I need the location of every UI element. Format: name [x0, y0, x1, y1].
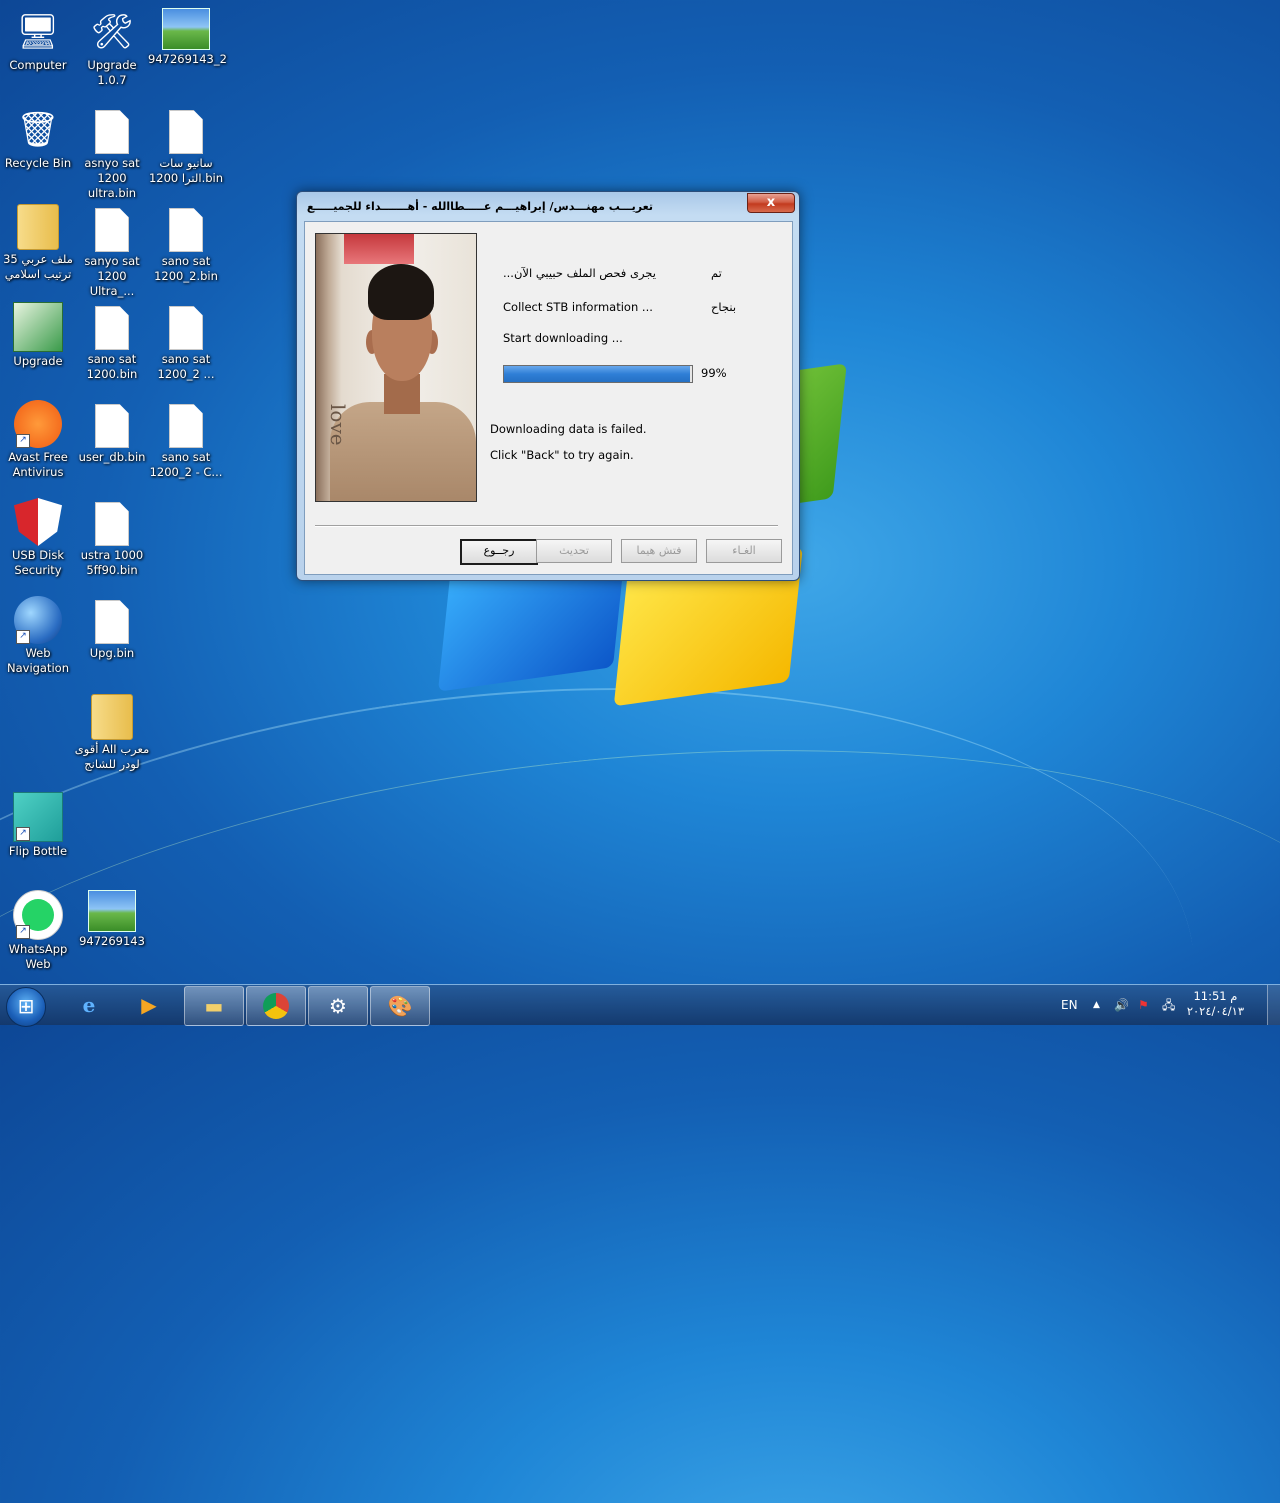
upgrade-dialog: تعريـــب مهنـــدس/ إبراهيـــم عـــــطاال… — [296, 191, 800, 581]
internet-explorer-icon: e — [82, 993, 96, 1017]
desktop-icon[interactable]: 🛠 Upgrade 1.0.7 — [74, 8, 150, 88]
desktop-icon[interactable]: sano sat 1200_2 - C... — [148, 400, 224, 480]
desktop-icon[interactable]: user_db.bin — [74, 400, 150, 465]
taskbar-app[interactable]: ▶ — [120, 986, 178, 1024]
desktop-icon[interactable]: 🖥 Computer — [0, 8, 76, 73]
desktop-icon[interactable]: sano sat 1200_2 ... — [148, 302, 224, 382]
file-icon — [169, 208, 203, 252]
dialog-content: love يجرى فحص الملف حبيبي الآن... تم Col… — [304, 221, 793, 575]
progress-fill — [504, 366, 691, 382]
paint-icon: 🎨 — [387, 994, 413, 1018]
taskbar-app[interactable] — [246, 986, 306, 1026]
back-button[interactable]: رجــوع — [460, 539, 538, 565]
dialog-titlebar[interactable]: تعريـــب مهنـــدس/ إبراهيـــم عـــــطاال… — [297, 192, 799, 218]
start-button[interactable]: ⊞ — [6, 987, 46, 1027]
chrome-icon — [263, 993, 289, 1019]
desktop-icon[interactable]: ↗ Web Navigation — [0, 596, 76, 676]
desktop-icon[interactable]: Upgrade — [0, 302, 76, 369]
file-icon — [95, 502, 129, 546]
desktop-icon[interactable]: 🗑 Recycle Bin — [0, 106, 76, 171]
desktop-icon[interactable]: Upg.bin — [74, 596, 150, 661]
shield-icon — [14, 498, 62, 546]
clock-date: ٢٠٢٤/٠٤/١٣ — [1186, 1004, 1244, 1018]
recycle-bin-icon: 🗑 — [16, 110, 60, 150]
taskbar: ⊞ e ▶ ▬ ⚙ 🎨 EN ▲ 🔊 ⚑ 🖧 11:51 م ٢٠٢٤/٠٤/١… — [0, 984, 1280, 1027]
shortcut-arrow-icon: ↗ — [16, 630, 30, 644]
taskbar-app[interactable]: e — [60, 986, 118, 1024]
cancel-button[interactable]: الغـاء — [706, 539, 782, 563]
retry-hint: Click "Back" to try again. — [490, 448, 634, 462]
volume-icon[interactable]: 🔊 — [1114, 985, 1129, 1025]
desktop-icon[interactable]: sano sat 1200_2.bin — [148, 204, 224, 284]
file-icon — [95, 600, 129, 644]
file-icon — [169, 404, 203, 448]
desktop-icon[interactable]: sano sat 1200.bin — [74, 302, 150, 382]
status-result: تم — [711, 266, 722, 280]
desktop-icon[interactable]: ↗ Flip Bottle — [0, 792, 76, 859]
avast-icon: ↗ — [14, 400, 62, 448]
download-progress-bar — [503, 365, 693, 383]
desktop-icon[interactable]: USB Disk Security — [0, 498, 76, 578]
close-icon: x — [766, 195, 776, 210]
desktop-icon[interactable]: أقوى AII معرب لودر للشانج — [74, 694, 150, 772]
ali-upgrade-icon — [13, 302, 63, 352]
language-indicator[interactable]: EN — [1061, 985, 1078, 1025]
desktop-icon[interactable]: ↗ Avast Free Antivirus — [0, 400, 76, 480]
show-desktop-button[interactable] — [1267, 985, 1280, 1025]
desktop-icon[interactable]: ustra 1000 5ff90.bin — [74, 498, 150, 578]
folder-icon — [91, 694, 133, 740]
clock-time: 11:51 م — [1193, 989, 1238, 1003]
forward-button[interactable]: فتش هيما — [621, 539, 697, 563]
taskbar-app[interactable]: ▬ — [184, 986, 244, 1026]
flip-bottle-icon: ↗ — [13, 792, 63, 842]
tools-icon: 🛠 — [90, 12, 134, 52]
button-separator — [315, 525, 778, 527]
desktop-icon[interactable]: asnyo sat 1200 ultra.bin — [74, 106, 150, 201]
status-line: Collect STB information ... — [503, 300, 653, 314]
image-file-icon — [162, 8, 210, 50]
update-button[interactable]: تحديث — [536, 539, 612, 563]
wallpaper-swoosh — [0, 678, 1280, 1443]
folder-icon — [17, 204, 59, 250]
desktop-icon[interactable]: ↗ WhatsApp Web — [0, 890, 76, 972]
file-icon — [95, 404, 129, 448]
desktop-icon[interactable]: sanyo sat 1200 Ultra_... — [74, 204, 150, 299]
taskbar-app[interactable]: ⚙ — [308, 986, 368, 1026]
file-icon — [95, 306, 129, 350]
desktop-icon[interactable]: سانيو سات الترا 1200.bin — [148, 106, 224, 186]
computer-icon: 🖥 — [16, 12, 60, 52]
upgrade-tool-icon: ⚙ — [329, 994, 347, 1018]
desktop-icon[interactable]: 947269143_2 — [148, 8, 227, 67]
action-center-icon[interactable]: ⚑ — [1138, 985, 1149, 1025]
file-icon — [169, 306, 203, 350]
system-clock[interactable]: 11:51 م ٢٠٢٤/٠٤/١٣ — [1187, 989, 1244, 1019]
file-explorer-icon: ▬ — [204, 994, 224, 1018]
desktop-icon[interactable]: 35 ملف عربي ترتيب اسلامي — [0, 204, 76, 282]
shortcut-arrow-icon: ↗ — [16, 434, 30, 448]
shortcut-arrow-icon: ↗ — [16, 827, 30, 841]
desktop-icon[interactable]: 947269143 — [74, 890, 150, 949]
status-result: بنجاح — [711, 300, 737, 314]
file-icon — [169, 110, 203, 154]
media-player-icon: ▶ — [141, 993, 157, 1017]
show-hidden-icons-icon[interactable]: ▲ — [1093, 985, 1100, 1025]
network-icon[interactable]: 🖧 — [1162, 985, 1175, 1025]
error-message: Downloading data is failed. — [490, 422, 647, 436]
globe-icon: ↗ — [14, 596, 62, 644]
profile-photo: love — [315, 233, 477, 502]
status-line: يجرى فحص الملف حبيبي الآن... — [503, 266, 656, 280]
windows-start-icon: ⊞ — [17, 994, 35, 1018]
file-icon — [95, 208, 129, 252]
whatsapp-icon: ↗ — [13, 890, 63, 940]
photo-caption: love — [326, 404, 350, 446]
close-button[interactable]: x — [747, 193, 795, 213]
shortcut-arrow-icon: ↗ — [16, 925, 30, 939]
status-line: Start downloading ... — [503, 331, 623, 345]
image-file-icon — [88, 890, 136, 932]
wallpaper-swoosh — [0, 599, 1242, 1503]
file-icon — [95, 110, 129, 154]
taskbar-app[interactable]: 🎨 — [370, 986, 430, 1026]
dialog-title: تعريـــب مهنـــدس/ إبراهيـــم عـــــطاال… — [306, 200, 653, 213]
progress-percent: 99% — [701, 366, 727, 380]
